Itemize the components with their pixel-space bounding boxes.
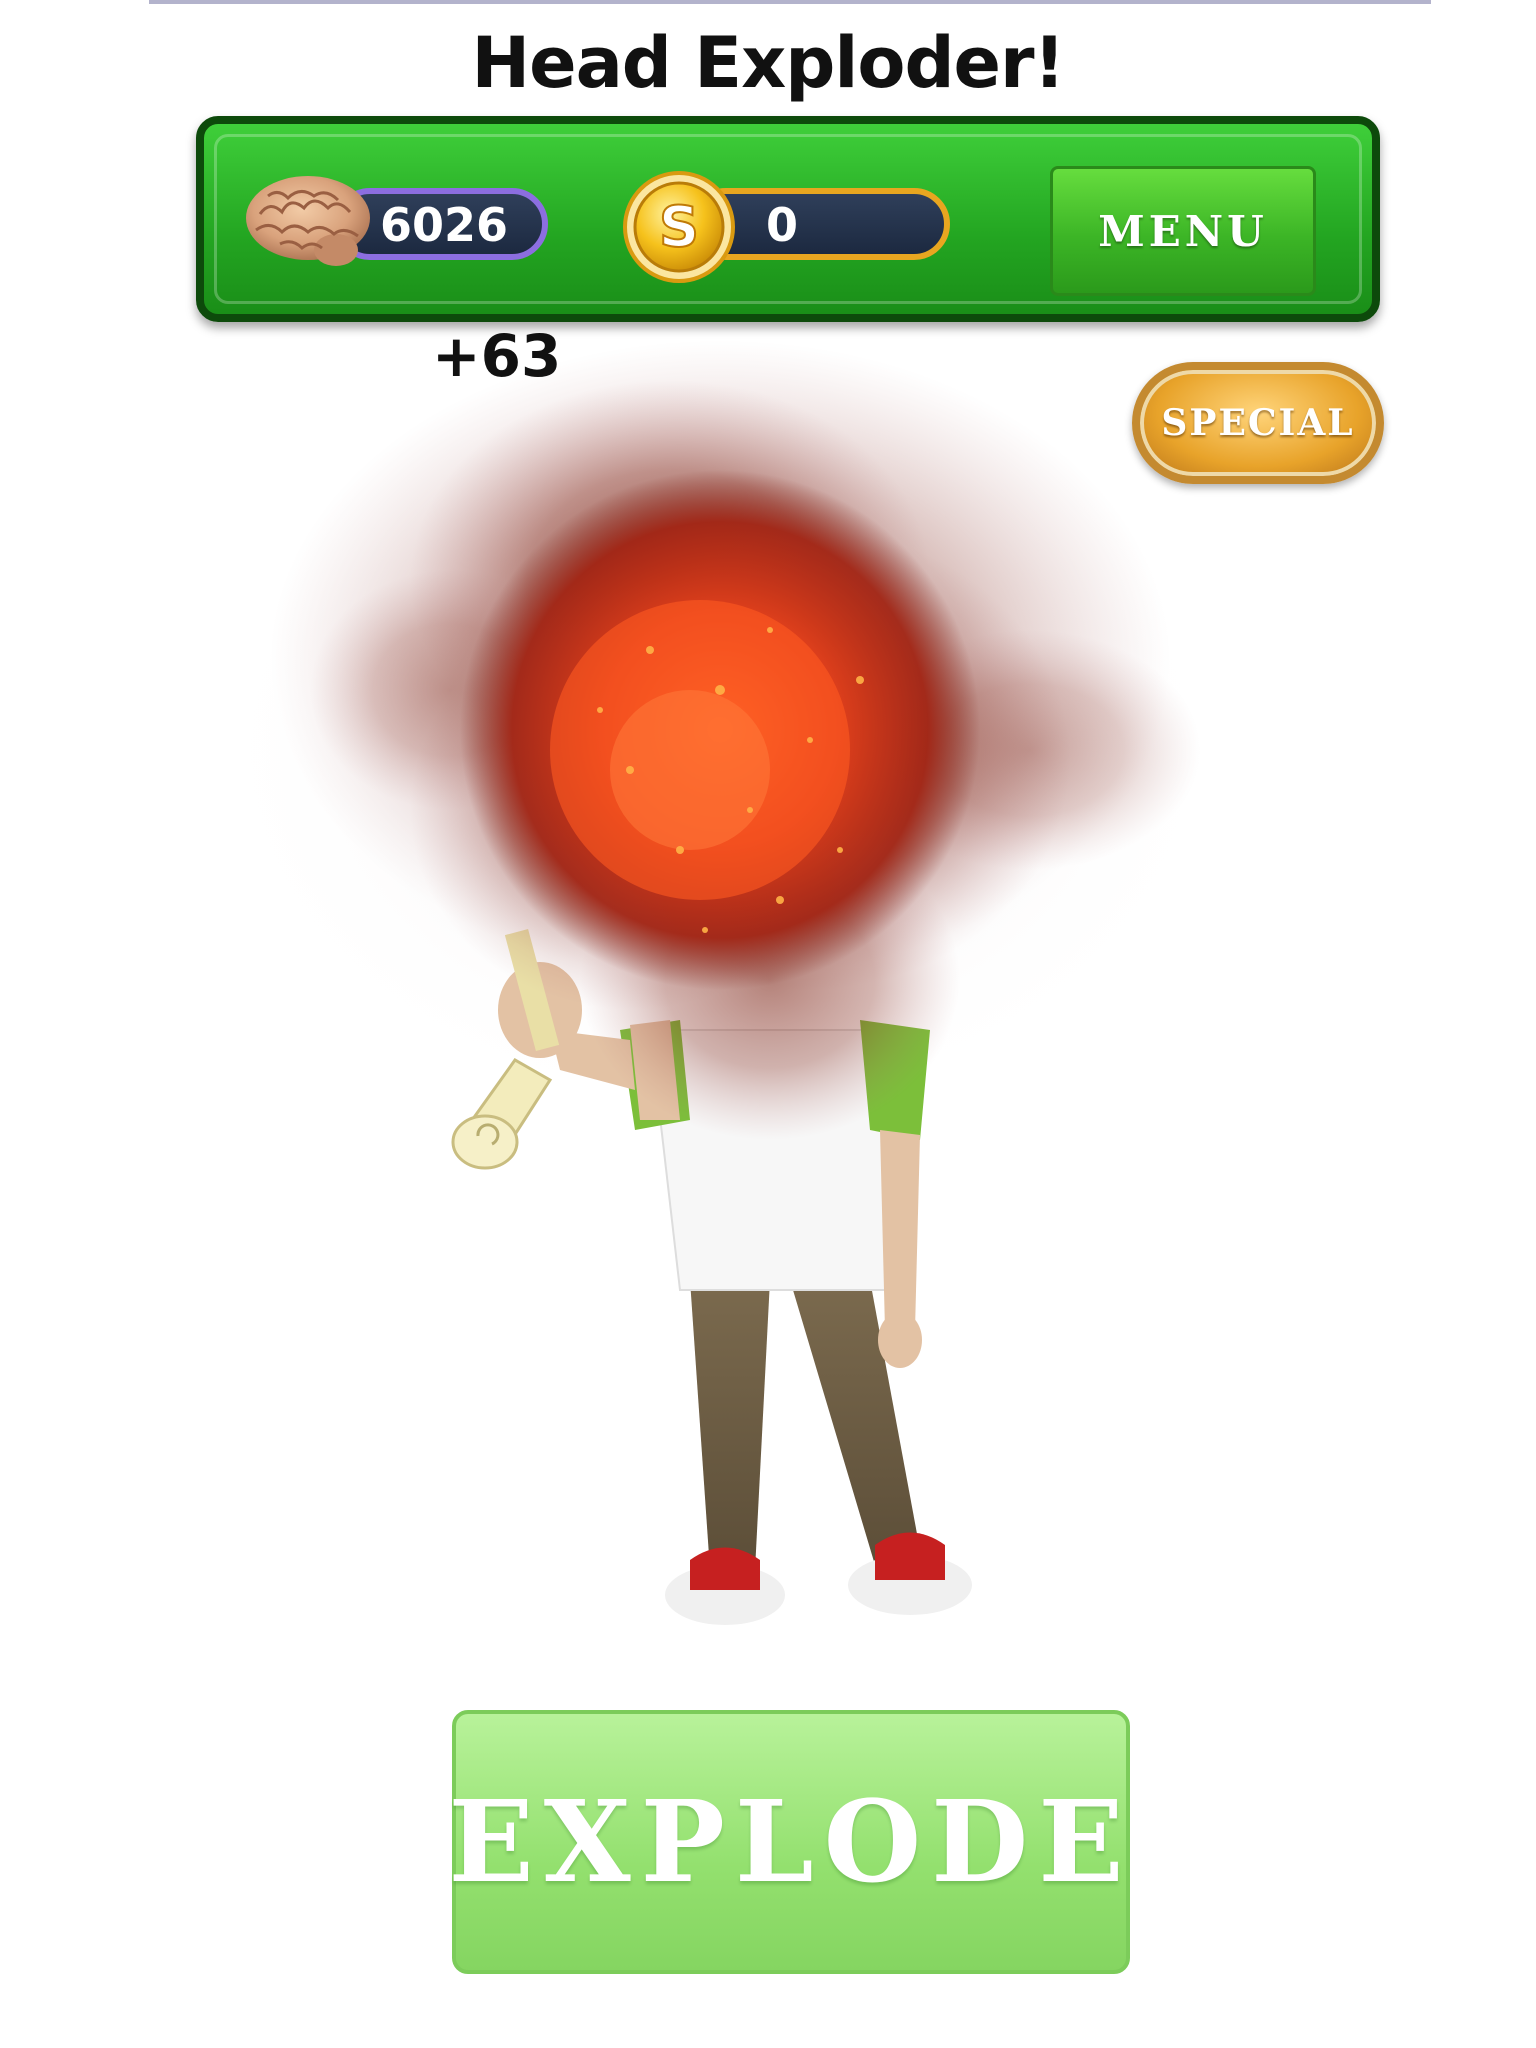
top-divider bbox=[149, 0, 1431, 4]
coin-icon: S bbox=[623, 171, 735, 283]
brain-icon bbox=[246, 176, 370, 266]
coins-count: 0 bbox=[766, 198, 799, 252]
brains-count: 6026 bbox=[380, 198, 509, 252]
exploding-character[interactable] bbox=[250, 330, 1300, 1690]
coin-symbol: S bbox=[659, 195, 699, 260]
game-title: Head Exploder! bbox=[471, 22, 1066, 104]
menu-button[interactable]: MENU bbox=[1050, 166, 1316, 296]
explode-button[interactable]: EXPLODE bbox=[448, 1710, 1130, 1974]
hud-bar: 6026 0 S MENU bbox=[196, 116, 1380, 322]
